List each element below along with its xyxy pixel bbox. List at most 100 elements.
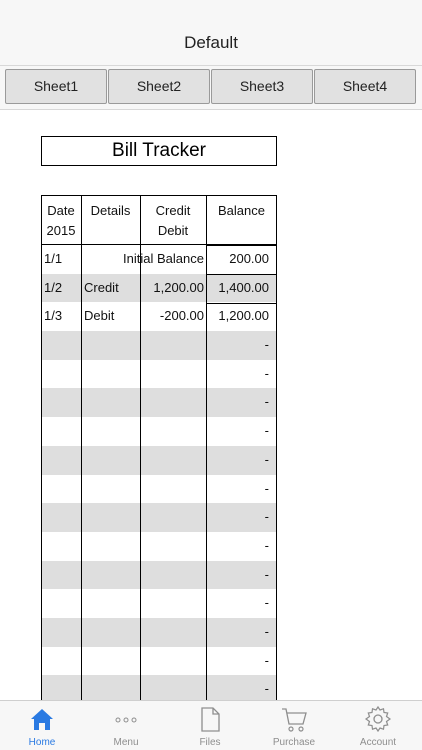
table-row[interactable]: - <box>41 417 277 446</box>
cell-credit-debit[interactable] <box>140 475 206 504</box>
cell-balance[interactable]: - <box>206 675 277 700</box>
header-date[interactable]: Date 2015 <box>41 196 81 244</box>
cell-details[interactable]: Debit <box>81 302 140 331</box>
ellipsis-icon <box>115 717 137 723</box>
tab-files[interactable]: Files <box>168 701 252 750</box>
cell-balance[interactable]: - <box>206 446 277 475</box>
cell-balance[interactable]: 1,200.00 <box>206 302 277 331</box>
cell-credit-debit[interactable] <box>140 388 206 417</box>
tab-sheet3[interactable]: Sheet3 <box>211 69 313 104</box>
cell-details[interactable] <box>81 675 140 700</box>
cell-date[interactable] <box>41 417 81 446</box>
cell-credit-debit[interactable]: 1,200.00 <box>140 274 206 303</box>
cell-date[interactable] <box>41 388 81 417</box>
tab-account[interactable]: Account <box>336 701 420 750</box>
cell-credit-debit[interactable] <box>140 331 206 360</box>
table-row[interactable]: - <box>41 560 277 590</box>
cell-balance[interactable]: - <box>206 532 277 561</box>
cell-details[interactable] <box>81 388 140 417</box>
header-credit-debit[interactable]: Credit Debit <box>140 196 206 244</box>
cell-date[interactable] <box>41 561 81 590</box>
file-icon <box>201 707 220 732</box>
cell-details[interactable] <box>81 503 140 532</box>
cell-balance[interactable]: - <box>206 388 277 417</box>
cell-credit-debit[interactable] <box>140 561 206 590</box>
cell-date[interactable] <box>41 331 81 360</box>
page-title: Default <box>184 33 238 52</box>
cell-credit-debit[interactable]: -200.00 <box>140 302 206 331</box>
header-details-line1: Details <box>90 203 131 218</box>
tab-purchase-label: Purchase <box>272 737 316 748</box>
cell-details[interactable]: Credit <box>81 274 140 303</box>
cell-credit-debit[interactable] <box>140 675 206 700</box>
header-date-line2: 2015 <box>46 223 76 238</box>
cell-details[interactable] <box>81 475 140 504</box>
cell-details[interactable] <box>81 589 140 618</box>
table-row[interactable]: - <box>41 647 277 676</box>
header-details[interactable]: Details <box>81 196 140 244</box>
table-row[interactable]: - <box>41 475 277 504</box>
grid-line-2 <box>140 195 141 700</box>
cell-credit-debit[interactable] <box>140 532 206 561</box>
cell-balance[interactable]: - <box>206 475 277 504</box>
tab-sheet4[interactable]: Sheet4 <box>314 69 416 104</box>
cell-date[interactable] <box>41 475 81 504</box>
cell-details[interactable] <box>81 360 140 389</box>
table-row[interactable]: - <box>41 503 277 532</box>
cell-balance[interactable]: - <box>206 331 277 360</box>
table-row[interactable]: 1/3 Debit -200.00 1,200.00 <box>41 302 277 331</box>
cell-credit-debit[interactable] <box>140 618 206 647</box>
cell-credit-debit[interactable] <box>140 446 206 475</box>
cart-icon <box>282 708 307 732</box>
cell-date[interactable] <box>41 589 81 618</box>
cell-date[interactable] <box>41 618 81 647</box>
header-balance[interactable]: Balance <box>206 196 277 244</box>
cell-date[interactable] <box>41 503 81 532</box>
table-row[interactable]: - <box>41 675 277 700</box>
cell-balance[interactable]: - <box>206 417 277 446</box>
tab-sheet2[interactable]: Sheet2 <box>108 69 210 104</box>
cell-date[interactable] <box>41 647 81 676</box>
table-row[interactable]: - <box>41 589 277 618</box>
tab-sheet1[interactable]: Sheet1 <box>5 69 107 104</box>
header-date-line1: Date <box>47 203 75 218</box>
cell-date[interactable] <box>41 360 81 389</box>
cell-details[interactable] <box>81 417 140 446</box>
table-row[interactable]: - <box>41 617 277 647</box>
cell-details[interactable] <box>81 331 140 360</box>
sheet-title-cell[interactable]: Bill Tracker <box>41 136 277 166</box>
tab-purchase[interactable]: Purchase <box>252 701 336 750</box>
cell-credit-debit[interactable] <box>140 417 206 446</box>
cell-date[interactable] <box>41 532 81 561</box>
tab-home[interactable]: Home <box>0 701 84 750</box>
cell-date[interactable] <box>41 446 81 475</box>
cell-initial-label[interactable]: Initial Balance <box>81 245 206 274</box>
cell-date[interactable]: 1/3 <box>41 302 81 331</box>
table-row[interactable]: - <box>41 331 277 360</box>
table-row[interactable]: - <box>41 532 277 561</box>
cell-date[interactable]: 1/1 <box>41 245 81 274</box>
tab-menu[interactable]: Menu <box>84 701 168 750</box>
cell-balance[interactable]: - <box>206 647 277 676</box>
cell-balance[interactable]: - <box>206 561 277 590</box>
cell-details[interactable] <box>81 647 140 676</box>
cell-date[interactable]: 1/2 <box>41 274 81 303</box>
cell-details[interactable] <box>81 446 140 475</box>
cell-credit-debit[interactable] <box>140 647 206 676</box>
cell-credit-debit[interactable] <box>140 360 206 389</box>
cell-date[interactable] <box>41 675 81 700</box>
tab-files-label: Files <box>199 737 221 748</box>
cell-balance[interactable]: - <box>206 589 277 618</box>
cell-credit-debit[interactable] <box>140 503 206 532</box>
cell-details[interactable] <box>81 532 140 561</box>
cell-credit-debit[interactable] <box>140 589 206 618</box>
cell-balance[interactable]: - <box>206 360 277 389</box>
cell-balance[interactable]: - <box>206 618 277 647</box>
cell-details[interactable] <box>81 618 140 647</box>
table-row[interactable]: - <box>41 445 277 475</box>
cell-details[interactable] <box>81 561 140 590</box>
cell-balance[interactable]: - <box>206 503 277 532</box>
table-row[interactable]: - <box>41 360 277 389</box>
spreadsheet-area[interactable]: Bill Tracker Date 2015 Details Credit De… <box>0 111 422 700</box>
table-row[interactable]: - <box>41 388 277 418</box>
